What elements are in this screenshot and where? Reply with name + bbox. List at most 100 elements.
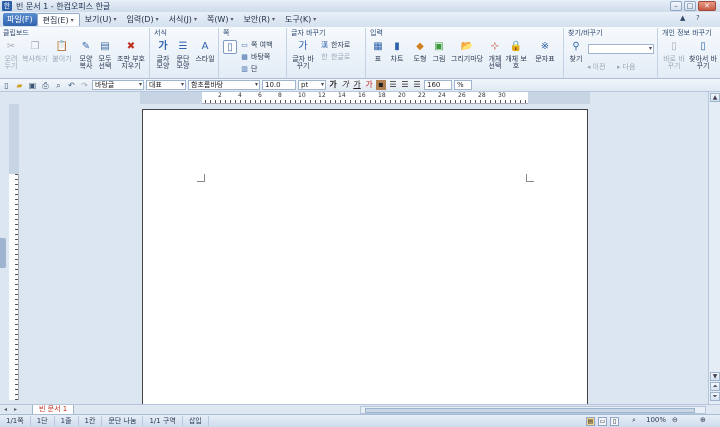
- zoom-search-icon[interactable]: ⌕: [632, 416, 636, 425]
- chevron-down-icon[interactable]: ▾: [255, 81, 258, 89]
- char-table-button[interactable]: ※ 문자표: [533, 40, 557, 63]
- align-left-icon[interactable]: ☰: [388, 80, 398, 90]
- help-icon[interactable]: ?: [696, 14, 700, 22]
- hangul-button[interactable]: 한 한글로: [320, 52, 350, 62]
- menu-security[interactable]: 보안(R) ▾: [238, 13, 280, 26]
- minimize-icon[interactable]: –: [670, 1, 682, 11]
- status-zoom[interactable]: 100%: [646, 416, 666, 424]
- picture-button[interactable]: ▣ 그림: [430, 40, 448, 63]
- chevron-down-icon[interactable]: ▾: [156, 13, 159, 26]
- paste-button[interactable]: 📋 붙이기: [52, 40, 72, 63]
- scroll-thumb[interactable]: [365, 408, 695, 413]
- file-menu[interactable]: 파일(F): [3, 13, 37, 26]
- quick-replace-button[interactable]: ▯ 바로 바꾸기: [661, 40, 687, 70]
- menu-page[interactable]: 쪽(W) ▾: [202, 13, 239, 26]
- style-button[interactable]: A 스타일: [194, 40, 216, 63]
- normal-view-icon[interactable]: ▤: [586, 417, 595, 426]
- document-page[interactable]: [142, 109, 588, 409]
- page-setup-button[interactable]: ▯: [222, 40, 238, 56]
- scroll-down-icon[interactable]: ▼: [710, 372, 720, 381]
- zoom-input[interactable]: 160: [424, 80, 452, 90]
- format-copy-button[interactable]: ✎ 모양 복사: [76, 40, 96, 70]
- status-column: 1단: [31, 416, 55, 426]
- open-icon[interactable]: ▰: [14, 80, 25, 91]
- char-shape-button[interactable]: 가 글자 모양: [153, 40, 173, 70]
- chevron-down-icon[interactable]: ▾: [181, 81, 184, 89]
- new-doc-icon[interactable]: ▯: [1, 80, 12, 91]
- horizontal-scrollbar[interactable]: [360, 406, 706, 414]
- tab-next-icon[interactable]: ▸: [14, 406, 17, 413]
- object-select-button[interactable]: ⊹ 개체 선택: [485, 40, 505, 70]
- preview-icon[interactable]: ⌕: [53, 80, 64, 91]
- find-button[interactable]: ⚲ 찾기: [567, 40, 585, 63]
- menu-format[interactable]: 서식(J) ▾: [164, 13, 202, 26]
- zoom-in-icon[interactable]: ⊕: [700, 416, 706, 424]
- find-input[interactable]: ▾: [588, 44, 654, 54]
- find-replace-button[interactable]: ▯ 찾아서 바꾸기: [689, 40, 717, 70]
- italic-button[interactable]: 가: [340, 80, 350, 90]
- ruler-top-margin: [9, 104, 19, 174]
- next-page-icon[interactable]: ⏷: [710, 392, 720, 401]
- object-protect-button[interactable]: 🔒 개체 보호: [505, 40, 527, 70]
- char-change-button[interactable]: 가 글자 바꾸기: [290, 40, 316, 70]
- align-center-icon[interactable]: ☰: [400, 80, 410, 90]
- chevron-down-icon[interactable]: ▾: [272, 13, 275, 26]
- web-view-icon[interactable]: ▭: [598, 417, 607, 426]
- menu-view[interactable]: 보기(U) ▾: [80, 13, 122, 26]
- status-insert-mode[interactable]: 삽입: [183, 416, 209, 426]
- menu-tools[interactable]: 도구(K) ▾: [280, 13, 321, 26]
- undo-icon[interactable]: ↶: [66, 80, 77, 91]
- vertical-scrollbar[interactable]: ▲ ▼ ⏶ ⏷: [708, 92, 720, 404]
- select-all-button[interactable]: ▤ 모두 선택: [96, 40, 114, 70]
- bold-button[interactable]: 가: [328, 80, 338, 90]
- scroll-up-icon[interactable]: ▲: [710, 93, 720, 102]
- chevron-down-icon[interactable]: ▾: [321, 81, 324, 89]
- close-icon[interactable]: ✕: [698, 1, 716, 11]
- shape-button[interactable]: ◆ 도형: [411, 40, 429, 63]
- ruler-tick: 24: [438, 92, 446, 99]
- font-size-input[interactable]: 10.0: [262, 80, 296, 90]
- cut-button[interactable]: ✂ 오려 두기: [2, 40, 20, 70]
- find-prev-button[interactable]: ◂ 이전: [587, 62, 605, 72]
- chevron-down-icon[interactable]: ▾: [139, 81, 142, 89]
- chart-button[interactable]: ▮ 차트: [388, 40, 406, 63]
- chevron-down-icon[interactable]: ▾: [194, 13, 197, 26]
- zoom-unit[interactable]: %: [454, 80, 472, 90]
- sidebar-toggle-handle[interactable]: [0, 238, 6, 268]
- page-margin-button[interactable]: ▭ 쪽 여백: [240, 40, 272, 50]
- style-select[interactable]: 바탕글 ▾: [92, 80, 144, 90]
- menu-edit[interactable]: 편집(E) ▾: [36, 13, 80, 27]
- highlight-icon[interactable]: ▪: [376, 80, 386, 90]
- font-color-icon[interactable]: 가: [364, 80, 374, 90]
- language-select[interactable]: 대표 ▾: [146, 80, 186, 90]
- ribbon-collapse-icon[interactable]: ▲: [680, 14, 685, 22]
- maximize-icon[interactable]: □: [684, 1, 696, 11]
- save-icon[interactable]: ▣: [27, 80, 38, 91]
- redo-icon[interactable]: ↷: [79, 80, 90, 91]
- chevron-down-icon[interactable]: ▾: [313, 13, 316, 26]
- zoom-out-icon[interactable]: ⊖: [672, 416, 678, 424]
- chevron-down-icon[interactable]: ▾: [649, 45, 652, 53]
- font-select[interactable]: 함초롬바탕 ▾: [188, 80, 260, 90]
- copy-button[interactable]: ❐ 복사하기: [22, 40, 48, 63]
- outline-view-icon[interactable]: ▯: [610, 417, 619, 426]
- chevron-down-icon[interactable]: ▾: [113, 13, 116, 26]
- prev-page-icon[interactable]: ⏶: [710, 382, 720, 391]
- delete-codes-button[interactable]: ✖ 조판 부호 지우기: [116, 40, 146, 70]
- print-icon[interactable]: ⎙: [40, 80, 51, 91]
- tab-prev-icon[interactable]: ◂: [4, 406, 7, 413]
- align-right-icon[interactable]: ☰: [412, 80, 422, 90]
- menu-insert[interactable]: 입력(D) ▾: [121, 13, 163, 26]
- ruler-tick: 26: [458, 92, 466, 99]
- hanja-button[interactable]: 漢 한자로: [320, 40, 350, 50]
- chevron-down-icon[interactable]: ▾: [71, 14, 74, 27]
- master-page-button[interactable]: ▦ 바탕쪽: [240, 52, 270, 62]
- underline-button[interactable]: 가: [352, 80, 362, 90]
- size-unit-select[interactable]: pt ▾: [298, 80, 326, 90]
- columns-button[interactable]: ▥ 단: [240, 64, 257, 74]
- chevron-down-icon[interactable]: ▾: [230, 13, 233, 26]
- find-next-button[interactable]: ▸ 다음: [617, 62, 635, 72]
- drawing-button[interactable]: 📂 그리기마당: [450, 40, 484, 63]
- para-shape-button[interactable]: ☰ 문단 모양: [173, 40, 193, 70]
- table-button[interactable]: ▦ 표: [369, 40, 387, 63]
